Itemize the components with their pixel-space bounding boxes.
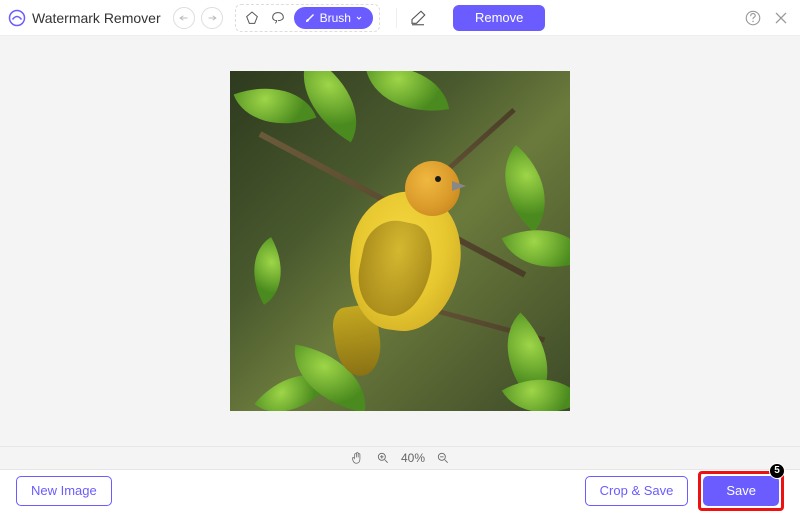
new-image-button[interactable]: New Image (16, 476, 112, 506)
app-title: Watermark Remover (32, 10, 161, 26)
new-image-label: New Image (31, 483, 97, 498)
crop-and-save-button[interactable]: Crop & Save (585, 476, 689, 506)
annotation-highlight: 5 Save (698, 471, 784, 511)
lasso-select-icon[interactable] (268, 8, 288, 28)
toolbar: Watermark Remover Brush Remove (0, 0, 800, 36)
canvas-area (0, 36, 800, 446)
pan-hand-icon[interactable] (349, 450, 365, 466)
annotation-badge: 5 (769, 463, 785, 479)
eraser-icon[interactable] (407, 7, 429, 29)
zoom-bar: 40% (0, 446, 800, 470)
help-button[interactable] (742, 7, 764, 29)
polygon-select-icon[interactable] (242, 8, 262, 28)
bottom-bar: New Image Crop & Save 5 Save (0, 470, 800, 511)
redo-button[interactable] (201, 7, 223, 29)
remove-button-label: Remove (475, 10, 523, 25)
undo-button[interactable] (173, 7, 195, 29)
zoom-in-button[interactable] (375, 450, 391, 466)
crop-and-save-label: Crop & Save (600, 483, 674, 498)
divider (396, 8, 397, 28)
zoom-level-label: 40% (401, 451, 425, 465)
remove-button[interactable]: Remove (453, 5, 545, 31)
close-button[interactable] (770, 7, 792, 29)
app-logo-icon (8, 9, 26, 27)
canvas-image[interactable] (230, 71, 570, 411)
chevron-down-icon (355, 14, 363, 22)
zoom-out-button[interactable] (435, 450, 451, 466)
selection-tool-group: Brush (235, 4, 380, 32)
brush-tool-label: Brush (320, 11, 351, 25)
save-button[interactable]: Save (703, 476, 779, 506)
brush-tool-button[interactable]: Brush (294, 7, 373, 29)
save-label: Save (726, 483, 756, 498)
